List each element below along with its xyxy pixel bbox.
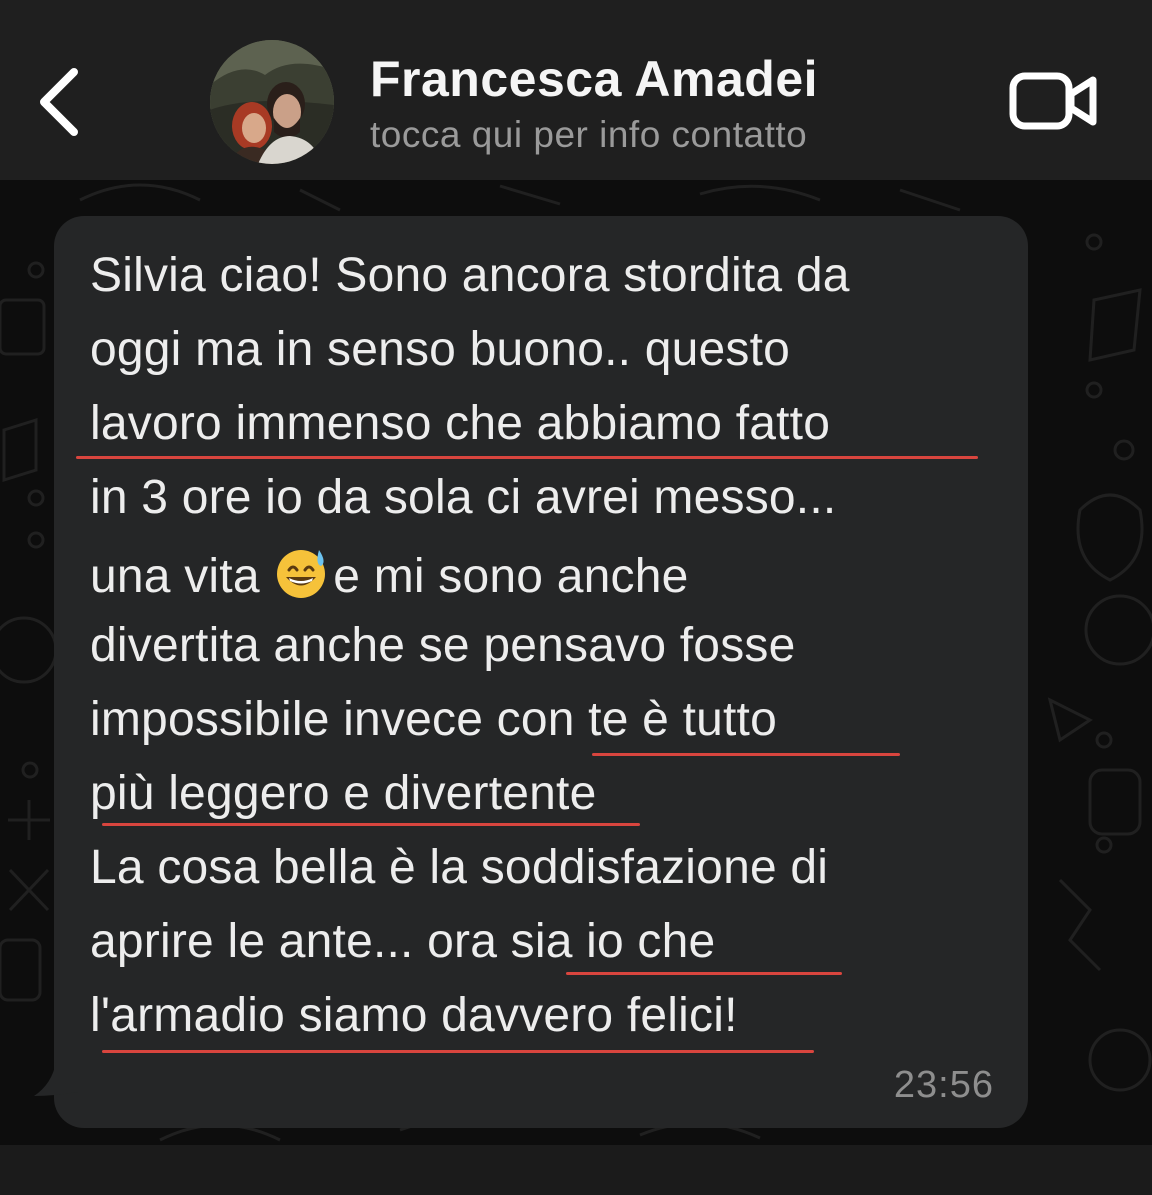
highlight-underline [102, 823, 640, 826]
highlight-underline [76, 456, 978, 459]
composer-bar [0, 1145, 1152, 1195]
bubble-tail [34, 1062, 78, 1096]
message-line: Silvia ciao! Sono ancora stordita da [90, 249, 850, 302]
message-line: La cosa bella è la soddisfazione di [90, 841, 829, 894]
message-line: oggi ma in senso buono.. questo [90, 323, 791, 376]
message-line: impossibile invece con te è tutto [90, 693, 777, 746]
highlight-underline [592, 753, 900, 756]
avatar-photo [210, 40, 334, 164]
video-camera-icon [1009, 72, 1097, 130]
message-line: lavoro immenso che abbiamo fatto [90, 397, 831, 450]
message-line: più leggero e divertente [90, 767, 597, 820]
message-line: in 3 ore io da sola ci avrei messo... [90, 471, 837, 524]
contact-info-hint[interactable]: tocca qui per info contatto [370, 114, 807, 156]
message-bubble[interactable]: Silvia ciao! Sono ancora stordita da ogg… [54, 216, 1028, 1128]
video-call-button[interactable] [1002, 64, 1106, 138]
avatar[interactable] [210, 40, 334, 164]
message-timestamp: 23:56 [893, 1064, 994, 1106]
message-line: divertita anche se pensavo fosse [90, 619, 796, 672]
message-line: l'armadio siamo davvero felici! [90, 989, 738, 1042]
grinning-face-with-sweat-emoji [277, 550, 326, 598]
chat-area[interactable]: Silvia ciao! Sono ancora stordita da ogg… [0, 180, 1152, 1145]
message-text: e mi sono anche [333, 550, 689, 603]
back-button[interactable] [28, 62, 88, 142]
message-text: una vita [90, 550, 260, 603]
contact-name[interactable]: Francesca Amadei [370, 50, 818, 108]
message-line-emoji: una vita e mi sono anche [90, 544, 688, 605]
highlight-underline [566, 972, 842, 975]
chevron-left-icon [40, 68, 78, 136]
highlight-underline [102, 1050, 814, 1053]
chat-header: Francesca Amadei tocca qui per info cont… [0, 0, 1152, 180]
message-line: aprire le ante... ora sia io che [90, 915, 716, 968]
